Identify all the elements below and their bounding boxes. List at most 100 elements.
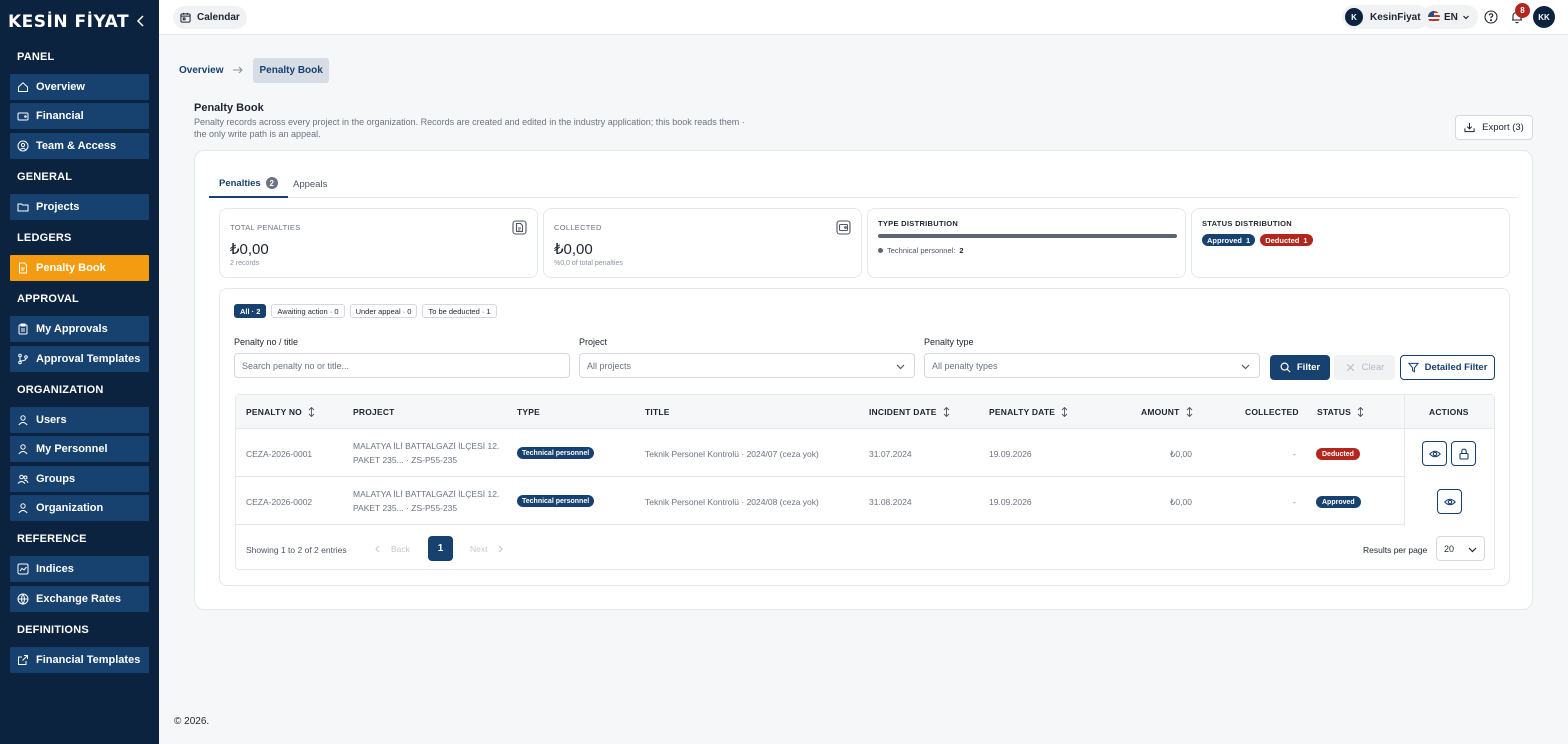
sidebar-item-label: Team & Access	[36, 140, 117, 152]
quick-filter-awaiting[interactable]: Awaiting action · 0	[271, 304, 345, 318]
detailed-filter-label: Detailed Filter	[1424, 362, 1488, 373]
brand-logo[interactable]: KESİN FİYAT	[8, 10, 129, 34]
language-selector[interactable]: EN	[1422, 5, 1478, 29]
sidebar-item-organization[interactable]: Organization	[10, 495, 149, 521]
view-button[interactable]	[1422, 441, 1447, 466]
section-reference: REFERENCE	[17, 533, 87, 545]
type-legend: Technical personnel: 2	[878, 246, 964, 255]
org-name: KesinFiyat	[1370, 11, 1421, 23]
sidebar-item-my-personnel[interactable]: My Personnel	[10, 436, 149, 462]
col-penalty-date[interactable]: PENALTY DATE	[989, 407, 1068, 417]
col-penalty-no[interactable]: PENALTY NO	[246, 407, 315, 417]
results-per-page-select[interactable]: 20	[1436, 536, 1485, 561]
cell-project-line1: MALATYA İLİ BATTALGAZİ İLÇESİ 12.	[353, 489, 500, 499]
sidebar-item-label: Indices	[36, 563, 74, 575]
stat-label: TOTAL PENALTIES	[230, 223, 301, 232]
organization-switcher[interactable]: K KesinFiyat	[1342, 5, 1429, 29]
table-row[interactable]: CEZA-2026-0001 MALATYA İLİ BATTALGAZİ İL…	[236, 429, 1404, 477]
section-panel: PANEL	[17, 51, 55, 63]
breadcrumb-overview[interactable]: Overview	[179, 65, 223, 76]
sidebar-item-exchange-rates[interactable]: Exchange Rates	[10, 586, 149, 612]
footer-copyright: © 2026.	[174, 716, 210, 727]
penalty-type-select[interactable]: All penalty types	[924, 353, 1260, 378]
stat-label: COLLECTED	[554, 223, 602, 232]
cell-collected: -	[1293, 449, 1296, 459]
penalties-panel: All · 2 Awaiting action · 0 Under appeal…	[219, 288, 1510, 586]
sidebar-item-penalty-book[interactable]: Penalty Book	[10, 255, 149, 281]
results-per-page-label: Results per page	[1363, 545, 1428, 555]
col-status[interactable]: STATUS	[1317, 407, 1364, 417]
chevron-down-icon	[1468, 547, 1477, 553]
sort-icon	[1357, 407, 1364, 417]
eye-icon	[1428, 450, 1441, 457]
cell-title: Teknik Personel Kontrolü · 2024/07 (ceza…	[645, 449, 819, 459]
legend-name: Technical personnel:	[887, 246, 956, 255]
search-icon	[1280, 362, 1291, 373]
home-icon	[18, 82, 28, 92]
filter-label: Filter	[1296, 362, 1321, 373]
sidebar-item-financial-templates[interactable]: Financial Templates	[10, 647, 149, 673]
chevron-right-icon	[499, 545, 504, 552]
col-incident-date[interactable]: INCIDENT DATE	[869, 407, 950, 417]
sidebar-item-label: Approval Templates	[36, 353, 141, 365]
help-icon[interactable]	[1484, 10, 1498, 24]
users-icon	[17, 474, 29, 484]
sidebar-item-overview[interactable]: Overview	[10, 74, 149, 100]
col-label: STATUS	[1317, 407, 1351, 417]
breadcrumb-current: Penalty Book	[253, 57, 329, 83]
appeal-button[interactable]	[1451, 441, 1476, 466]
sidebar-item-users[interactable]: Users	[10, 407, 149, 433]
quick-filter-to-be-deducted[interactable]: To be deducted · 1	[422, 304, 497, 318]
pill-count: 1	[1246, 235, 1251, 245]
pagination-next[interactable]: Next	[470, 536, 504, 561]
results-per-page-value: 20	[1444, 543, 1455, 554]
legend-dot	[878, 248, 883, 253]
calendar-button[interactable]: Calendar	[173, 6, 247, 29]
profile-avatar[interactable]: KK	[1533, 6, 1555, 28]
filter-button[interactable]: Filter	[1270, 355, 1330, 380]
stat-status-distribution: STATUS DISTRIBUTION Approved 1 Deducted …	[1191, 208, 1510, 278]
sidebar-item-financial[interactable]: Financial	[10, 103, 149, 129]
sidebar-item-label: Projects	[36, 201, 80, 213]
sidebar-item-label: Exchange Rates	[36, 593, 121, 605]
cell-penalty-date: 19.09.2026	[989, 497, 1032, 507]
sidebar-item-indices[interactable]: Indices	[10, 556, 149, 582]
clear-button[interactable]: Clear	[1334, 355, 1395, 380]
export-button[interactable]: Export (3)	[1455, 115, 1533, 140]
sidebar-item-my-approvals[interactable]: My Approvals	[10, 316, 149, 342]
chevron-down-icon	[1241, 364, 1250, 370]
cell-project-line1: MALATYA İLİ BATTALGAZİ İLÇESİ 12.	[353, 441, 500, 451]
detailed-filter-button[interactable]: Detailed Filter	[1400, 355, 1495, 380]
pagination-back[interactable]: Back	[374, 536, 410, 561]
col-title: TITLE	[645, 407, 670, 417]
sidebar-item-approval-templates[interactable]: Approval Templates	[10, 346, 149, 372]
status-pill-approved: Approved 1	[1202, 234, 1256, 246]
arrow-right-icon	[233, 66, 244, 74]
sidebar-item-projects[interactable]: Projects	[10, 194, 149, 220]
sidebar-item-team-access[interactable]: Team & Access	[10, 133, 149, 159]
penalty-type-select-value: All penalty types	[932, 360, 998, 371]
quick-filter-all[interactable]: All · 2	[234, 304, 267, 318]
document-icon	[19, 262, 27, 274]
breadcrumb: Overview Penalty Book	[179, 57, 329, 83]
sort-icon	[1061, 407, 1068, 417]
sidebar-item-groups[interactable]: Groups	[10, 466, 149, 492]
wallet-icon	[836, 220, 851, 235]
tab-appeals[interactable]: Appeals	[293, 170, 327, 198]
search-input[interactable]: Search penalty no or title...	[234, 353, 570, 378]
legend-value: 2	[959, 246, 964, 255]
eye-icon	[1443, 498, 1456, 505]
tab-penalties[interactable]: Penalties 2	[209, 170, 288, 198]
col-amount[interactable]: AMOUNT	[1141, 407, 1193, 417]
cell-amount: ₺0,00	[1170, 449, 1192, 459]
chevron-left-icon[interactable]	[133, 13, 149, 29]
project-select-value: All projects	[587, 360, 632, 371]
status-pill-deducted: Deducted 1	[1260, 234, 1313, 246]
pagination-page-current[interactable]: 1	[428, 536, 453, 561]
calendar-icon	[180, 12, 191, 23]
project-select[interactable]: All projects	[579, 353, 915, 378]
quick-filter-under-appeal[interactable]: Under appeal · 0	[349, 304, 418, 318]
sidebar-item-label: My Personnel	[36, 443, 108, 455]
view-button[interactable]	[1437, 489, 1462, 514]
table-row[interactable]: CEZA-2026-0002 MALATYA İLİ BATTALGAZİ İL…	[236, 477, 1404, 525]
